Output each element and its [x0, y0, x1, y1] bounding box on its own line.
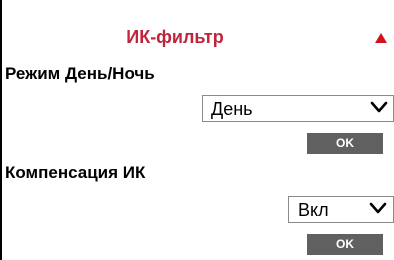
triangle-up-icon[interactable] [375, 33, 387, 43]
day-night-mode-value: День [211, 99, 253, 119]
chevron-down-icon [370, 101, 388, 113]
ir-compensation-select[interactable]: Вкл [288, 196, 394, 223]
day-night-mode-select[interactable]: День [202, 95, 394, 122]
panel-title: ИК-фильтр [126, 27, 224, 47]
day-night-ok-button[interactable]: OK [307, 133, 383, 154]
day-night-mode-label: Режим День/Ночь [5, 64, 155, 83]
ir-compensation-ok-button[interactable]: OK [307, 234, 383, 255]
ir-compensation-label: Компенсация ИК [5, 163, 146, 182]
ir-compensation-value: Вкл [298, 200, 329, 220]
ir-filter-panel: ИК-фильтр Режим День/Ночь День OK Компен… [0, 0, 394, 260]
chevron-down-icon [369, 202, 387, 214]
panel-left-border [0, 0, 2, 260]
